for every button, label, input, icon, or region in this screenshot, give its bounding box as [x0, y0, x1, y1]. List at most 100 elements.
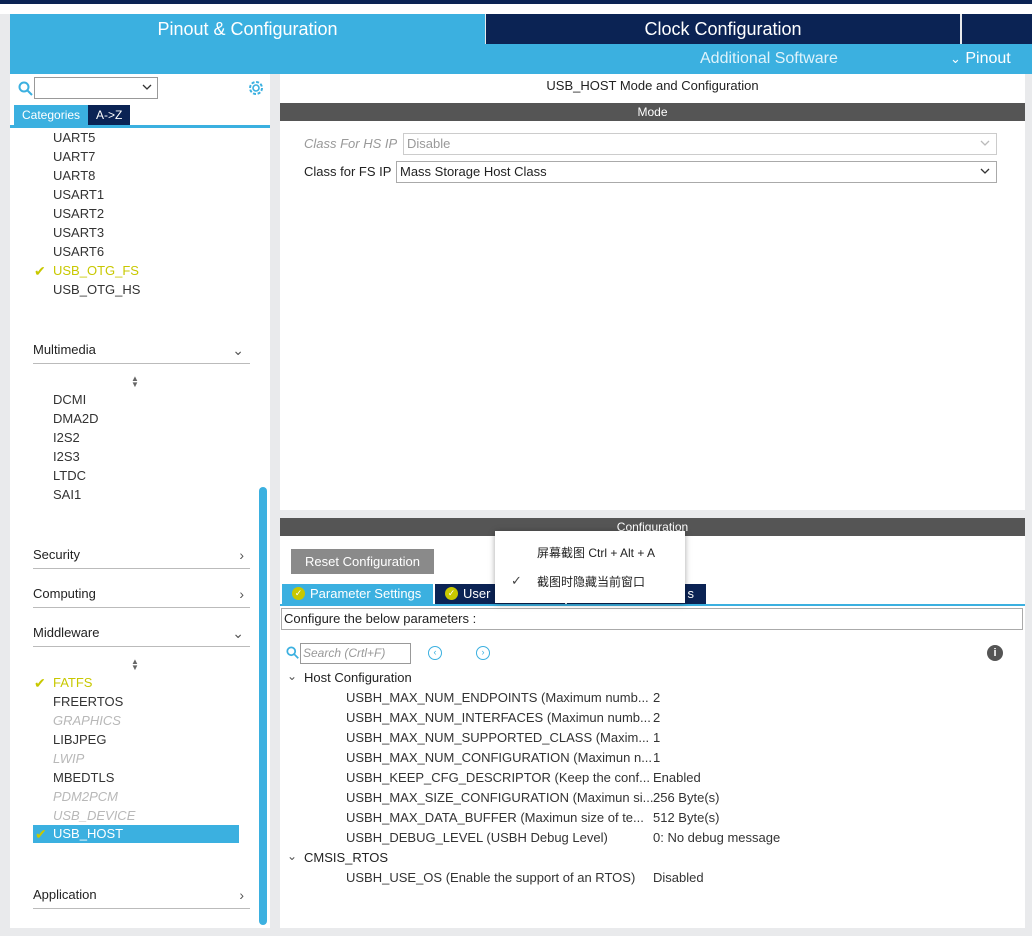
info-icon[interactable]: i [987, 645, 1003, 661]
window-top-strip [0, 0, 1032, 14]
list-item[interactable]: MBEDTLS [53, 769, 114, 787]
tab-parameter-settings[interactable]: ✓ Parameter Settings [282, 584, 433, 604]
section-computing[interactable]: Computing › [33, 586, 250, 608]
panel-title: USB_HOST Mode and Configuration [546, 78, 759, 93]
fs-class-select[interactable]: Mass Storage Host Class [396, 161, 997, 183]
param-value[interactable]: Enabled [653, 770, 701, 785]
context-menu: 屏幕截图 Ctrl + Alt + A ✓ 截图时隐藏当前窗口 [495, 531, 685, 603]
tab-a-to-z[interactable]: A->Z [88, 105, 131, 125]
param-name[interactable]: USBH_MAX_NUM_CONFIGURATION (Maximun n... [346, 750, 652, 765]
section-multimedia[interactable]: Multimedia ⌄ [33, 342, 250, 364]
gear-icon[interactable] [246, 78, 266, 98]
list-item[interactable]: SAI1 [53, 486, 81, 504]
reset-configuration-button[interactable]: Reset Configuration [291, 549, 434, 574]
group-host-configuration[interactable]: ⌄ Host Configuration [287, 669, 412, 685]
tab-project-manager[interactable] [962, 14, 1032, 44]
check-icon: ✔ [35, 826, 47, 842]
list-item[interactable]: DMA2D [53, 410, 99, 428]
param-name[interactable]: USBH_DEBUG_LEVEL (USBH Debug Level) [346, 830, 608, 845]
chevron-down-icon [980, 168, 990, 174]
collapse-icon[interactable]: ⌄ [287, 669, 297, 683]
list-item[interactable]: DCMI [53, 391, 86, 409]
param-value[interactable]: 2 [653, 690, 660, 705]
collapse-icon[interactable]: ⌄ [287, 849, 297, 863]
scrollbar-thumb[interactable] [259, 487, 267, 925]
param-name[interactable]: USBH_USE_OS (Enable the support of an RT… [346, 870, 635, 885]
section-security[interactable]: Security › [33, 547, 250, 569]
section-application[interactable]: Application › [33, 887, 250, 909]
list-item-usb-otg-fs[interactable]: ✔ USB_OTG_FS [34, 262, 139, 280]
list-item[interactable]: UART5 [53, 129, 95, 147]
sort-icon[interactable]: ▲ ▼ [131, 658, 139, 672]
list-item[interactable]: LIBJPEG [53, 731, 106, 749]
ok-icon: ✓ [445, 587, 458, 600]
parameter-search-input[interactable]: Search (Crtl+F) [300, 643, 411, 664]
chevron-down-icon: ⌄ [232, 342, 244, 358]
param-value[interactable]: 1 [653, 750, 660, 765]
chevron-right-icon: › [239, 586, 244, 602]
previous-match-icon[interactable]: ‹ [428, 646, 442, 660]
list-item-fatfs[interactable]: ✔ FATFS [34, 674, 92, 692]
check-icon: ✔ [34, 263, 46, 279]
list-item[interactable]: USART1 [53, 186, 104, 204]
list-item[interactable]: USB_OTG_HS [53, 281, 140, 299]
tab-clock-configuration[interactable]: Clock Configuration [486, 14, 960, 44]
next-match-icon[interactable]: › [476, 646, 490, 660]
hs-class-select: Disable [403, 133, 997, 155]
param-value[interactable]: 0: No debug message [653, 830, 780, 845]
fs-class-label: Class for FS IP [304, 164, 392, 179]
list-item: LWIP [53, 751, 85, 766]
chevron-down-icon [980, 140, 990, 146]
instructions-field: Configure the below parameters : [281, 608, 1023, 630]
list-item: USB_DEVICE [53, 808, 136, 823]
param-name[interactable]: USBH_KEEP_CFG_DESCRIPTOR (Keep the conf.… [346, 770, 650, 785]
list-item[interactable]: USART3 [53, 224, 104, 242]
list-item[interactable]: FREERTOS [53, 693, 123, 711]
param-name[interactable]: USBH_MAX_NUM_SUPPORTED_CLASS (Maxim... [346, 730, 649, 745]
sub-toolbar: Additional Software ⌄ Pinout [10, 44, 1032, 74]
search-icon[interactable] [18, 81, 34, 97]
param-value[interactable]: Disabled [653, 870, 704, 885]
pinout-menu[interactable]: ⌄ Pinout [950, 50, 1011, 68]
list-item[interactable]: USART6 [53, 243, 104, 261]
param-name[interactable]: USBH_MAX_NUM_ENDPOINTS (Maximum numb... [346, 690, 649, 705]
list-item[interactable]: USART2 [53, 205, 104, 223]
param-value[interactable]: 1 [653, 730, 660, 745]
ok-icon: ✓ [292, 587, 305, 600]
group-cmsis-rtos[interactable]: ⌄ CMSIS_RTOS [287, 849, 388, 865]
mode-header: Mode [280, 103, 1025, 121]
chevron-right-icon: › [239, 887, 244, 903]
mode-panel: USB_HOST Mode and Configuration Mode Cla… [280, 74, 1025, 510]
chevron-down-icon: ⌄ [232, 625, 244, 641]
list-item[interactable]: LTDC [53, 467, 86, 485]
check-icon: ✓ [511, 573, 522, 588]
sort-icon[interactable]: ▲ ▼ [131, 375, 139, 389]
param-value[interactable]: 2 [653, 710, 660, 725]
tab-pinout-configuration[interactable]: Pinout & Configuration [10, 14, 485, 44]
component-sidebar: Categories A->Z UART5 UART7 UART8 USART1 … [10, 74, 270, 928]
section-middleware[interactable]: Middleware ⌄ [33, 625, 250, 647]
chevron-down-icon [142, 84, 152, 90]
chevron-right-icon: › [239, 547, 244, 563]
list-item[interactable]: I2S3 [53, 448, 80, 466]
param-name[interactable]: USBH_MAX_SIZE_CONFIGURATION (Maximun si.… [346, 790, 653, 805]
menu-item-hide-window[interactable]: 截图时隐藏当前窗口 [537, 573, 645, 590]
menu-item-screenshot[interactable]: 屏幕截图 Ctrl + Alt + A [537, 544, 655, 561]
list-item: PDM2PCM [53, 789, 119, 804]
hs-class-label: Class For HS IP [304, 136, 398, 151]
param-name[interactable]: USBH_MAX_NUM_INTERFACES (Maximun numb... [346, 710, 651, 725]
list-item[interactable]: UART8 [53, 167, 95, 185]
list-item: GRAPHICS [53, 713, 121, 728]
search-icon [286, 646, 299, 659]
tab-categories[interactable]: Categories [14, 105, 89, 125]
category-tabs: Categories A->Z [14, 105, 131, 125]
check-icon: ✔ [34, 675, 46, 691]
list-item[interactable]: UART7 [53, 148, 95, 166]
list-item[interactable]: I2S2 [53, 429, 80, 447]
additional-software-link[interactable]: Additional Software [700, 50, 838, 68]
param-value[interactable]: 256 Byte(s) [653, 790, 719, 805]
param-value[interactable]: 512 Byte(s) [653, 810, 719, 825]
param-name[interactable]: USBH_MAX_DATA_BUFFER (Maximun size of te… [346, 810, 644, 825]
search-combo[interactable] [34, 77, 158, 99]
list-item-usb-host[interactable]: ✔ USB_HOST [33, 825, 239, 843]
